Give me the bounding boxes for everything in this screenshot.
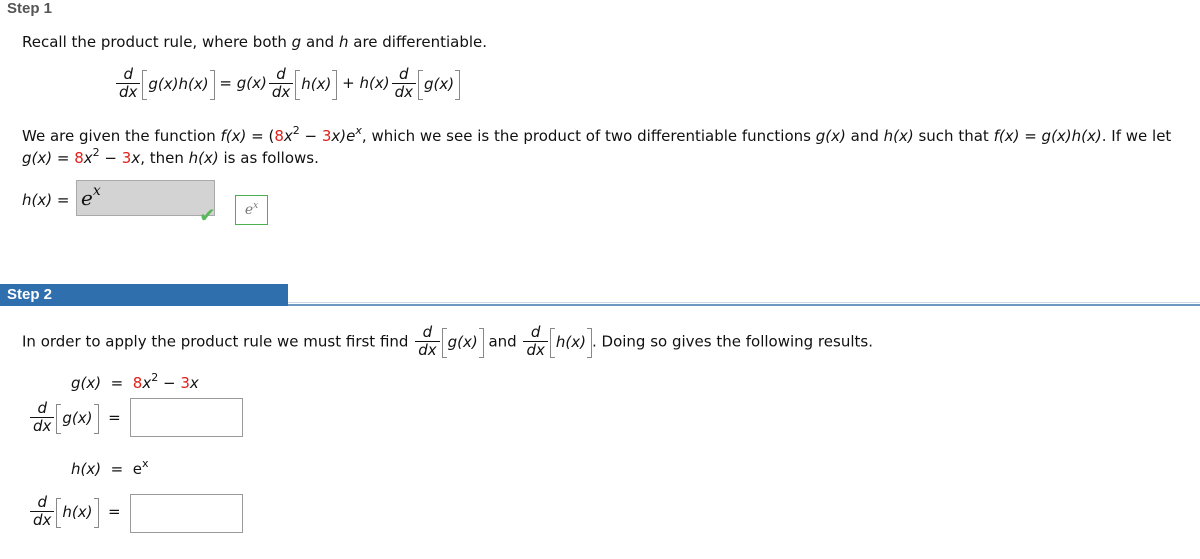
equals: =	[219, 74, 232, 92]
step2-intro: In order to apply the product rule we mu…	[22, 323, 873, 359]
intro-text: and	[301, 33, 339, 51]
bracket-expression: h(x)	[56, 497, 99, 528]
var-g: g	[291, 33, 302, 51]
g-derivative-input[interactable]	[130, 398, 243, 437]
derivative-operator: d dx	[30, 400, 55, 435]
g-derivative-row: d dx g(x) =	[28, 400, 121, 435]
hx-answer-value: ex	[81, 183, 101, 210]
hx-label: h(x) =	[22, 191, 70, 209]
h-derivative-row: d dx h(x) =	[28, 494, 121, 529]
hx-answer-field[interactable]: ex	[76, 180, 215, 216]
intro-text: Recall the product rule, where both	[22, 33, 292, 51]
checkmark-icon: ✔	[199, 203, 216, 227]
divider	[288, 304, 1200, 306]
derivative-operator: d dx	[30, 494, 55, 529]
h-definition: h(x) = ex	[71, 457, 149, 478]
bracket-expression: g(x)h(x)	[142, 69, 215, 100]
divider	[288, 302, 1200, 303]
given-line-2: g(x) = 8x2 − 3x, then h(x) is as follows…	[22, 146, 319, 167]
derivative-operator: d dx	[523, 324, 548, 359]
h-derivative-input[interactable]	[130, 494, 243, 533]
bracket-expression: h(x)	[295, 69, 338, 100]
term1-coef: g(x)	[236, 74, 267, 92]
step1-intro: Recall the product rule, where both g an…	[22, 33, 487, 51]
bracket-expression: g(x)	[418, 69, 461, 100]
derivative-operator: d dx	[415, 324, 440, 359]
bracket-expression: g(x)	[441, 327, 484, 358]
plus: +	[342, 74, 355, 92]
answer-preview: ex	[235, 195, 268, 225]
intro-text: are differentiable.	[348, 33, 488, 51]
given-line-1: We are given the function f(x) = (8x2 − …	[22, 124, 1172, 145]
derivative-operator: d dx	[391, 66, 416, 101]
bracket-expression: h(x)	[549, 327, 592, 358]
product-rule-formula: d dx g(x)h(x) = g(x) d dx h(x) + h(x) d dx g(x)	[114, 66, 461, 101]
derivative-operator: d dx	[268, 66, 294, 101]
bracket-expression: g(x)	[56, 403, 99, 434]
step2-title: Step 2	[7, 286, 53, 303]
derivative-operator: d dx	[116, 66, 141, 101]
g-definition: g(x) = 8x2 − 3x	[71, 371, 199, 392]
term2-coef: h(x)	[359, 74, 390, 92]
step1-title: Step 1	[7, 0, 53, 17]
